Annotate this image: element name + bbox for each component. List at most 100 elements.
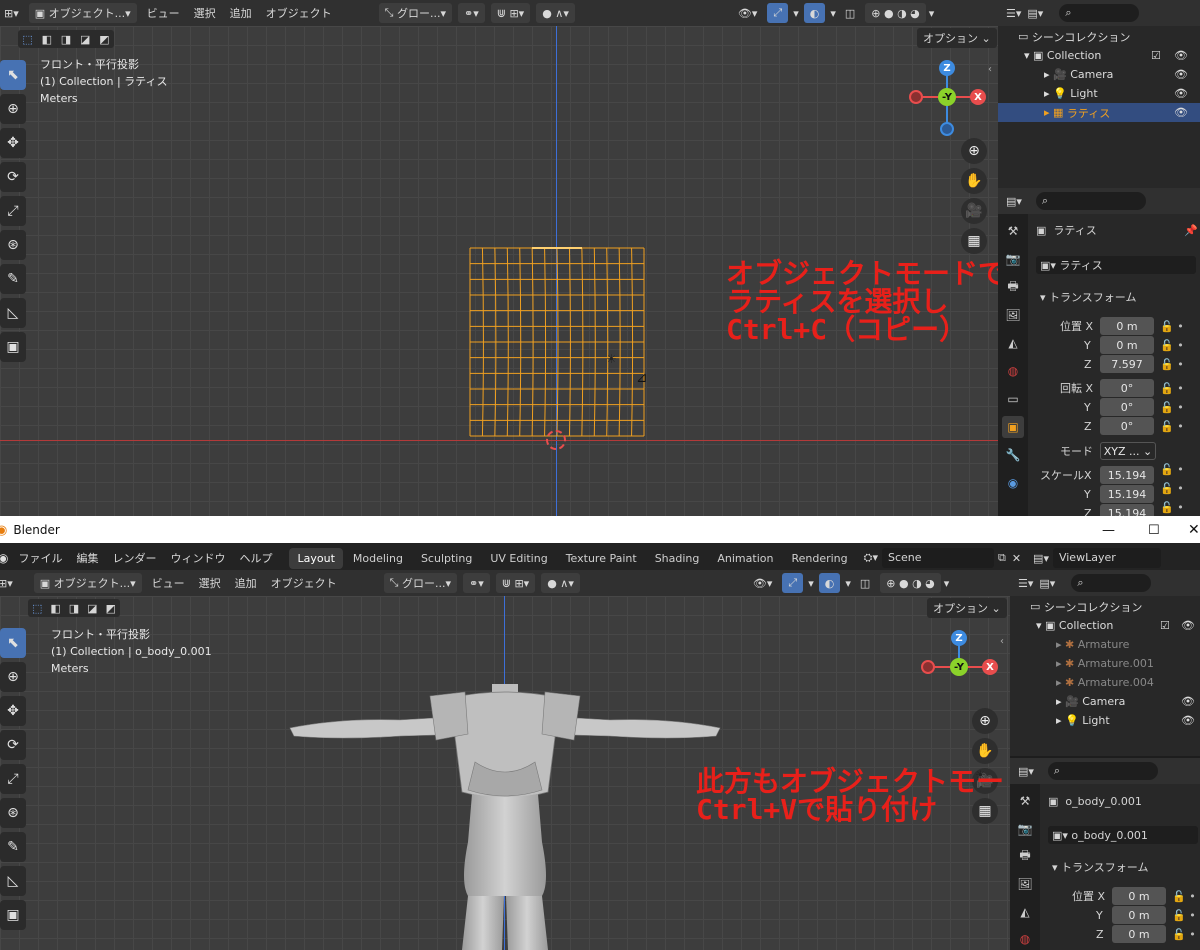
select-subtract-icon[interactable]: ◨ [69,602,79,615]
scale-y-field[interactable]: 15.194 [1100,485,1154,503]
maximize-button[interactable]: ☐ [1148,523,1160,538]
eye-icon[interactable]: 👁 [1174,106,1188,119]
view-layer-tab-icon[interactable]: 🖼 [1002,304,1024,326]
select-mode-buttons[interactable]: ⬚ ◧ ◨ ◪ ◩ [18,30,114,48]
tab-texture-paint[interactable]: Texture Paint [558,548,645,569]
pin-icon[interactable]: 📌 [1184,221,1198,239]
location-y-field[interactable]: 0 m [1100,336,1154,354]
outliner-item-armature-004[interactable]: ▸ ✱ Armature.004 [1010,673,1200,692]
eye-icon[interactable]: 👁 [1181,714,1195,727]
lock-icon[interactable]: 🔓 • [1160,479,1184,498]
lock-icon[interactable]: 🔓 • [1160,355,1184,374]
tab-animation[interactable]: Animation [709,548,781,569]
expand-arrow-icon[interactable]: ▾ [1036,619,1045,632]
lock-icon[interactable]: 🔓 • [1160,317,1184,336]
select-mode-buttons[interactable]: ⬚ ◧ ◨ ◪ ◩ [28,599,120,617]
render-tab-icon[interactable]: 📷 [1002,248,1024,270]
visibility-icon[interactable]: 👁▾ [738,7,758,20]
gizmo-y-negative[interactable]: -Y [950,658,968,676]
menu-window[interactable]: ウィンドウ [170,550,225,566]
lock-icon[interactable]: 🔓 • [1160,336,1184,355]
outliner-collection[interactable]: ▾ ▣ Collection ☑ 👁 [1010,616,1200,635]
render-tab-icon[interactable]: 📷 [1014,818,1036,840]
location-z-field[interactable]: 7.597 [1100,355,1154,373]
editor-type-icon[interactable]: ⊞▾ [4,7,19,20]
checkbox-icon[interactable]: ☑ [1151,49,1161,62]
shading-modes[interactable]: ⊕ ● ◑ ◕ [880,573,941,593]
location-x-field[interactable]: 0 m [1100,317,1154,335]
pan-hand-icon[interactable]: ✋ [961,168,987,194]
cursor-tool-icon[interactable]: ⊕ [0,662,26,692]
collection-tab-icon[interactable]: ▭ [1002,388,1024,410]
expand-arrow-icon[interactable]: ▸ [1056,657,1065,670]
select-invert-icon[interactable]: ◪ [80,33,90,46]
pivot-point-button[interactable]: ⚭▾ [463,573,490,593]
menu-view[interactable]: ビュー [152,575,185,591]
blender-menu-icon[interactable]: ◉ [0,551,8,565]
lock-icon[interactable]: 🔓 • [1172,906,1196,925]
move-tool-icon[interactable]: ✥ [0,696,26,726]
world-tab-icon[interactable]: ◍ [1002,360,1024,382]
object-name[interactable]: o_body_0.001 [1065,795,1141,808]
move-tool-icon[interactable]: ✥ [0,128,26,158]
tool-tab-icon[interactable]: ⚒ [1014,790,1036,812]
pivot-point-button[interactable]: ⚭▾ [458,3,485,23]
location-x-field[interactable]: 0 m [1112,887,1166,905]
tab-sculpting[interactable]: Sculpting [413,548,480,569]
view-layer-tab-icon[interactable]: 🖼 [1014,873,1036,895]
measure-tool-icon[interactable]: ◺ [0,298,26,328]
close-button[interactable]: ✕ [1188,522,1200,538]
overlay-toggle[interactable]: ◐ [818,573,841,593]
expand-arrow-icon[interactable]: ▸ [1044,68,1053,81]
gizmo-toggle[interactable]: ⤢ [782,573,804,593]
menu-file[interactable]: ファイル [18,550,62,566]
snap-button[interactable]: ⋓ ⊞▾ [490,3,531,23]
transform-tool-icon[interactable]: ⊛ [0,798,26,828]
lock-icon[interactable]: 🔓 • [1172,887,1196,906]
menu-help[interactable]: ヘルプ [239,550,272,566]
rotation-x-field[interactable]: 0° [1100,379,1154,397]
visibility-icon[interactable]: 👁▾ [753,577,773,590]
scale-tool-icon[interactable]: ⤢ [0,764,26,794]
body-model[interactable] [280,682,730,950]
menu-edit[interactable]: 編集 [76,550,98,566]
expand-arrow-icon[interactable]: ▸ [1056,714,1065,727]
checkbox-icon[interactable]: ☑ [1160,619,1170,632]
outliner-item-camera[interactable]: ▸ 🎥 Camera 👁 [1010,692,1200,711]
scale-tool-icon[interactable]: ⤢ [0,196,26,226]
expand-arrow-icon[interactable]: ▾ [1024,49,1033,62]
eye-icon[interactable]: 👁 [1181,695,1195,708]
overlay-dropdown[interactable]: ▾ [830,7,836,20]
gizmo-y-negative[interactable]: -Y [938,88,956,106]
rotate-tool-icon[interactable]: ⟳ [0,162,26,192]
proportional-edit-button[interactable]: ● ∧▾ [536,3,575,23]
select-extend-icon[interactable]: ◧ [50,602,60,615]
bottom-3d-viewport[interactable]: ⬚ ◧ ◨ ◪ ◩ オプション ⌄ ⬉ ⊕ ✥ ⟳ ⤢ ⊛ ✎ ◺ ▣ フロント・平行投… [0,596,1060,950]
editor-type-icon[interactable]: ▤▾ [1006,195,1022,208]
overlay-toggle[interactable]: ◐ [803,3,826,23]
select-box-tool-icon[interactable]: ⬉ [0,60,26,90]
editor-type-icon[interactable]: ☰▾ [1018,577,1033,590]
expand-arrow-icon[interactable]: ▸ [1056,695,1065,708]
select-intersect-icon[interactable]: ◩ [99,33,109,46]
editor-type-icon[interactable]: ⊞▾ [0,577,13,590]
rotation-mode-select[interactable]: XYZ ... ⌄ [1100,442,1156,460]
ortho-grid-icon[interactable]: ▦ [961,228,987,254]
minimize-button[interactable]: — [1102,523,1115,538]
rotate-tool-icon[interactable]: ⟳ [0,730,26,760]
select-intersect-icon[interactable]: ◩ [106,602,116,615]
transform-orientation-select[interactable]: ⤡ グロー... ▾ [383,573,457,593]
lattice-object[interactable] [460,244,650,440]
sidebar-collapse-icon[interactable]: ‹ [988,64,992,75]
shading-dropdown[interactable]: ▾ [929,7,935,20]
gizmo-dropdown[interactable]: ▾ [808,577,814,590]
outliner-scene-collection[interactable]: ▭ シーンコレクション [1010,597,1200,616]
gizmo-x-negative[interactable] [921,660,935,674]
delete-scene-icon[interactable]: ✕ [1012,552,1021,565]
outliner-item-light[interactable]: ▸ 💡 Light 👁 [998,84,1200,103]
lock-icon[interactable]: 🔓 • [1172,925,1196,944]
outliner-item-armature[interactable]: ▸ ✱ Armature [1010,635,1200,654]
expand-arrow-icon[interactable]: ▸ [1056,638,1065,651]
object-name[interactable]: ラティス [1053,222,1096,238]
rotation-y-field[interactable]: 0° [1100,398,1154,416]
